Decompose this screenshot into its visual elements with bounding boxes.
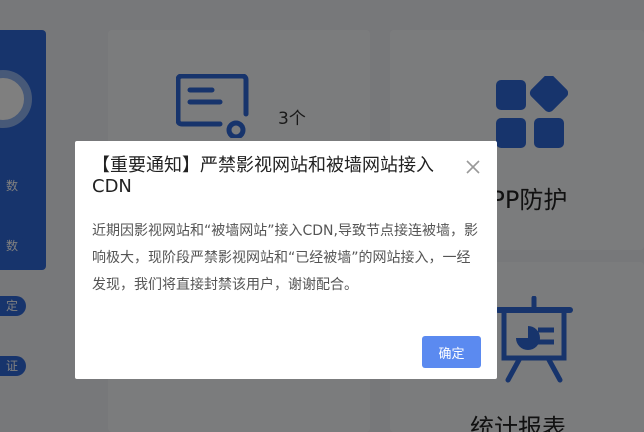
notice-dialog: 【重要通知】严禁影视网站和被墙网站接入CDN 近期因影视网站和“被墙网站”接入C… bbox=[75, 141, 497, 379]
dialog-message: 近期因影视网站和“被墙网站”接入CDN,导致节点接连被墙，影响极大，现阶段严禁影… bbox=[92, 223, 478, 293]
confirm-button[interactable]: 确定 bbox=[422, 336, 481, 368]
close-icon[interactable] bbox=[463, 157, 483, 177]
dialog-title: 【重要通知】严禁影视网站和被墙网站接入CDN bbox=[92, 155, 434, 197]
